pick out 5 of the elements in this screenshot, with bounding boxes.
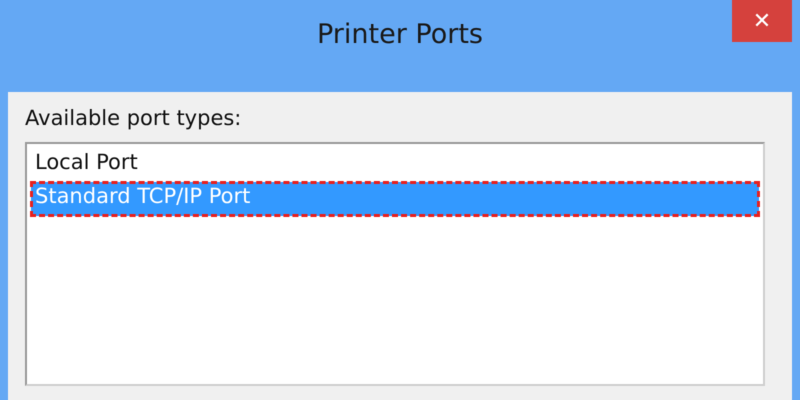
close-button[interactable]: ✕ (732, 0, 792, 42)
list-label: Available port types: (25, 106, 242, 130)
window-title: Printer Ports (317, 18, 483, 52)
list-item[interactable]: Standard TCP/IP Port (31, 182, 759, 216)
list-item[interactable]: Local Port (31, 148, 759, 182)
